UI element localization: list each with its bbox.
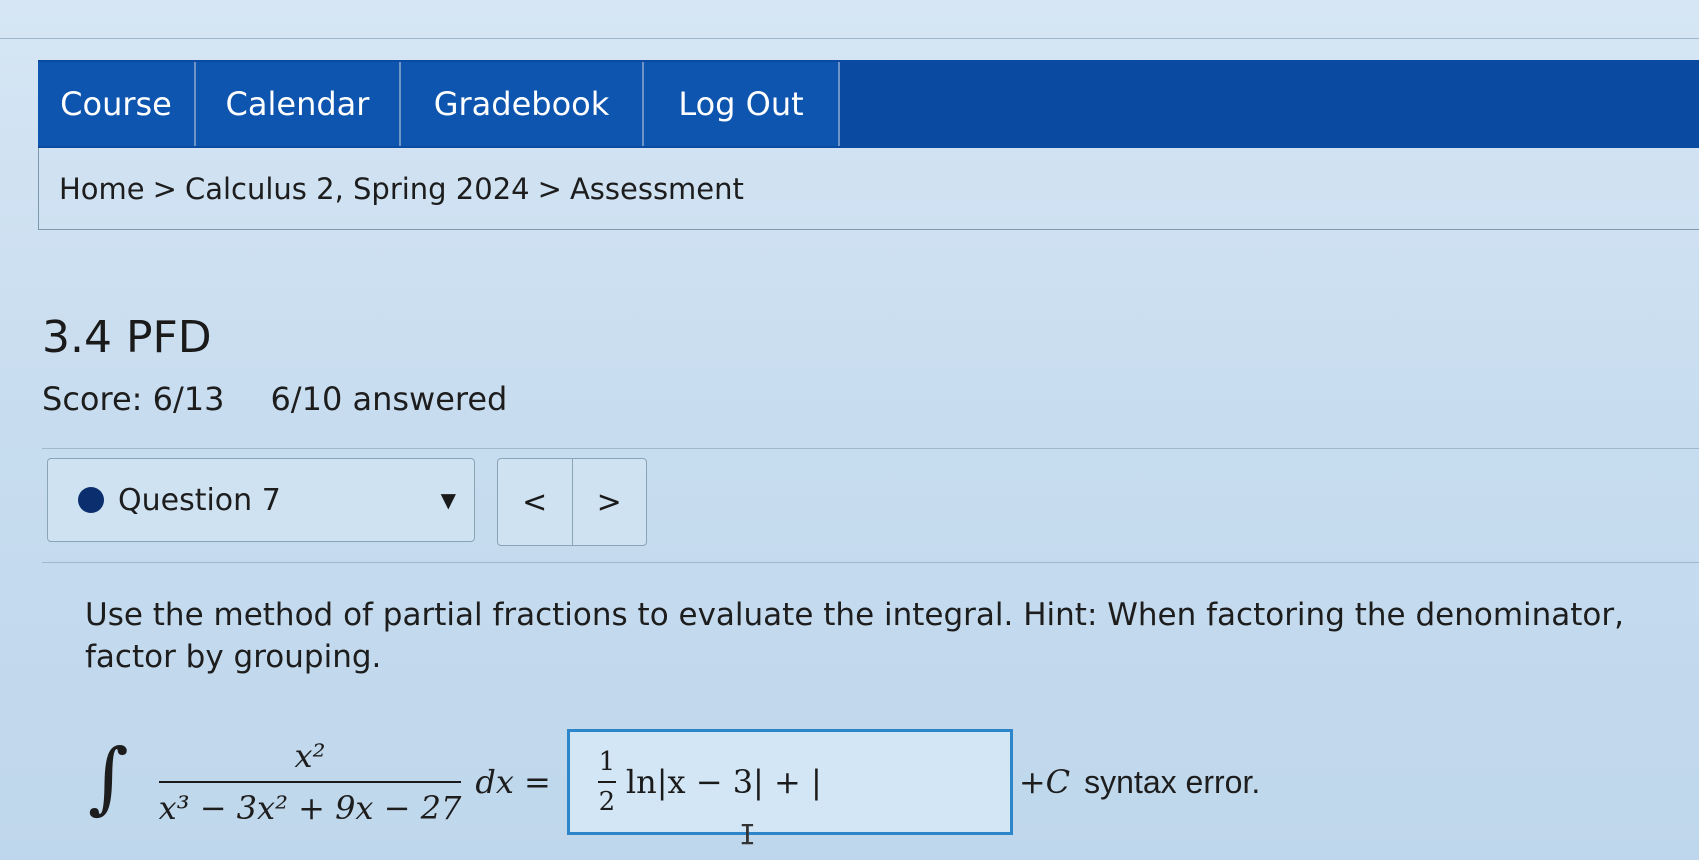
integrand-numerator: x²	[294, 737, 326, 775]
question-select-label: Question 7	[118, 482, 281, 518]
text-cursor-icon: I	[739, 818, 756, 851]
fraction-bar	[597, 781, 616, 783]
breadcrumb-home[interactable]: Home	[59, 172, 145, 206]
main-nav: Course Calendar Gradebook Log Out	[38, 60, 1699, 148]
next-question-button[interactable]: >	[571, 459, 647, 545]
answer-coefficient-num: 1	[598, 747, 616, 777]
top-divider	[0, 38, 1699, 39]
breadcrumb-separator: >	[537, 171, 562, 206]
score-line: Score: 6/13 6/10 answered	[42, 380, 507, 418]
prev-question-button[interactable]: <	[498, 459, 572, 545]
answered-text: 6/10 answered	[270, 380, 508, 418]
breadcrumb-current: Assessment	[569, 171, 744, 206]
answer-input[interactable]: 1 2 ln|x − 3| + |	[566, 729, 1013, 835]
breadcrumb: Home > Calculus 2, Spring 2024 > Assessm…	[38, 148, 1699, 230]
question-pager: < >	[497, 458, 647, 546]
breadcrumb-separator: >	[152, 171, 177, 206]
page-title: 3.4 PFD	[42, 312, 212, 363]
integral-expression: ∫ x² x³ − 3x² + 9x − 27 dx = 1 2 ln|x − …	[88, 722, 1688, 842]
breadcrumb-course[interactable]: Calculus 2, Spring 2024	[185, 172, 530, 206]
problem-prompt: Use the method of partial fractions to e…	[85, 597, 1624, 675]
nav-tab-calendar[interactable]: Calendar	[196, 62, 401, 146]
nav-tab-gradebook[interactable]: Gradebook	[401, 62, 644, 146]
answer-value: ln|x − 3| + |	[625, 763, 822, 801]
answer-coefficient: 1 2	[597, 747, 616, 817]
section-divider	[42, 448, 1699, 449]
section-divider	[42, 562, 1699, 563]
score-text: Score: 6/13	[42, 380, 225, 418]
dx-equals: dx =	[475, 763, 551, 801]
caret-down-icon: ▼	[440, 488, 456, 512]
question-select[interactable]: Question 7 ▼	[47, 458, 475, 542]
integrand-denominator: x³ − 3x² + 9x − 27	[158, 789, 462, 827]
status-dot-icon	[78, 487, 104, 513]
page: Course Calendar Gradebook Log Out Home >…	[0, 0, 1699, 860]
integrand-fraction: x² x³ − 3x² + 9x − 27	[158, 737, 462, 827]
integral-symbol: ∫	[88, 733, 129, 823]
answer-coefficient-den: 2	[598, 787, 616, 817]
answer-status: syntax error.	[1084, 763, 1261, 800]
plus-c: +C	[1018, 763, 1071, 801]
nav-tab-course[interactable]: Course	[38, 62, 196, 146]
nav-tab-logout[interactable]: Log Out	[644, 62, 840, 146]
